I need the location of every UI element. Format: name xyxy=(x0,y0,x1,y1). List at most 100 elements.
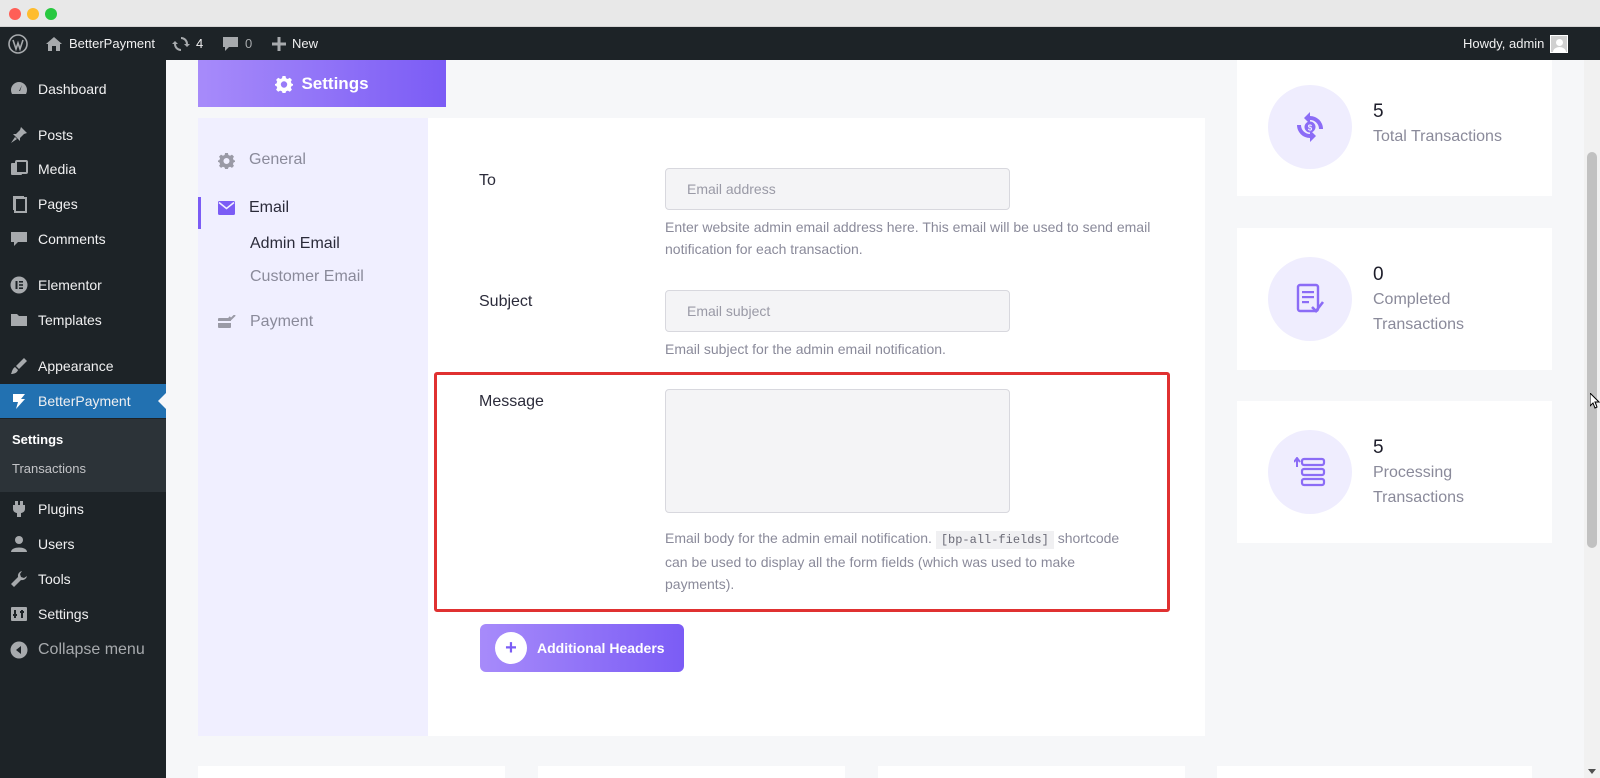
pages-icon xyxy=(13,196,27,213)
bottom-card xyxy=(878,766,1185,778)
sidebar-item-dashboard[interactable]: Dashboard xyxy=(0,72,166,106)
sidebar-item-label: Comments xyxy=(38,231,106,247)
sidebar-item-templates[interactable]: Templates xyxy=(0,303,166,337)
betterpayment-submenu: Settings Transactions xyxy=(0,419,166,492)
processing-icon xyxy=(1268,430,1352,514)
to-help-text: Enter website admin email address here. … xyxy=(665,219,1151,257)
page-scrollbar[interactable] xyxy=(1584,60,1600,778)
plus-icon: + xyxy=(495,632,527,664)
new-content-link[interactable]: New xyxy=(272,27,318,60)
nav-item-payment[interactable]: Payment xyxy=(218,313,313,331)
sidebar-item-label: Posts xyxy=(38,127,74,143)
home-icon xyxy=(46,36,62,51)
stat-value: 5 xyxy=(1373,101,1384,122)
refresh-dollar-icon: $ xyxy=(1268,85,1352,169)
submenu-item-transactions[interactable]: Transactions xyxy=(12,461,86,476)
wordpress-icon xyxy=(8,33,28,54)
sidebar-item-label: Settings xyxy=(38,606,89,622)
sidebar-item-label: Dashboard xyxy=(38,81,107,97)
brush-icon xyxy=(11,358,27,374)
nav-subitem-admin-email[interactable]: Admin Email xyxy=(250,235,340,253)
settings-tab-label: Settings xyxy=(301,73,369,93)
sidebar-item-media[interactable]: Media xyxy=(0,152,166,186)
to-label: To xyxy=(479,172,496,189)
sidebar-item-betterpayment[interactable]: BetterPayment xyxy=(0,384,166,418)
wordpress-logo-button[interactable] xyxy=(8,27,28,60)
window-maximize-button[interactable] xyxy=(45,8,57,20)
shortcode-chip: [bp-all-fields] xyxy=(935,531,1054,549)
stat-value: 0 xyxy=(1373,264,1384,285)
my-account-link[interactable]: Howdy, admin xyxy=(1463,27,1569,60)
settings-header-tab[interactable]: Settings xyxy=(198,60,446,107)
gear-icon xyxy=(218,152,235,169)
wrench-icon xyxy=(11,571,27,587)
collapse-menu-button[interactable]: Collapse menu xyxy=(0,633,166,667)
plugin-icon xyxy=(13,501,25,517)
comment-bubble-icon xyxy=(223,36,238,51)
stat-label: Completed Transactions xyxy=(1373,291,1464,333)
nav-item-email[interactable]: Email xyxy=(218,199,289,217)
stat-card-completed: 0 Completed Transactions xyxy=(1237,228,1552,370)
sidebar-item-elementor[interactable]: Elementor xyxy=(0,268,166,302)
mouse-cursor-icon xyxy=(1590,393,1600,409)
site-name-link[interactable]: BetterPayment xyxy=(45,27,155,60)
subject-help-text: Email subject for the admin email notifi… xyxy=(665,341,946,357)
comment-icon xyxy=(11,232,27,246)
message-help-text: Email body for the admin email notificat… xyxy=(665,527,1145,595)
additional-headers-button[interactable]: + Additional Headers xyxy=(480,624,684,672)
updates-link[interactable]: 4 xyxy=(172,27,203,60)
sidebar-item-label: Media xyxy=(38,161,77,177)
bottom-card xyxy=(198,766,505,778)
admin-sidebar: Dashboard Posts Media Pages Comments Ele… xyxy=(0,60,166,778)
howdy-text: Howdy, admin xyxy=(1463,36,1545,51)
main-content: Settings General Email Admin Email Custo… xyxy=(166,60,1584,778)
sidebar-item-pages[interactable]: Pages xyxy=(0,187,166,221)
sidebar-item-tools[interactable]: Tools xyxy=(0,562,166,596)
additional-headers-label: Additional Headers xyxy=(537,640,665,656)
message-textarea[interactable] xyxy=(665,389,1010,513)
sidebar-item-appearance[interactable]: Appearance xyxy=(0,349,166,383)
scrollbar-thumb[interactable] xyxy=(1587,152,1597,548)
sidebar-item-plugins[interactable]: Plugins xyxy=(0,492,166,526)
settings-icon xyxy=(11,607,27,621)
bottom-card xyxy=(1217,766,1532,778)
avatar xyxy=(1550,34,1569,53)
betterpayment-icon xyxy=(13,394,25,409)
checklist-icon xyxy=(1268,257,1352,341)
sidebar-item-label: Templates xyxy=(38,312,102,328)
payment-icon xyxy=(218,315,236,328)
to-email-input[interactable] xyxy=(665,168,1010,210)
subject-input[interactable] xyxy=(665,290,1010,332)
bottom-card xyxy=(538,766,845,778)
gear-icon xyxy=(275,75,294,93)
stat-card-processing: 5 Processing Transactions xyxy=(1237,401,1552,543)
submenu-item-settings[interactable]: Settings xyxy=(12,432,63,447)
plus-icon xyxy=(272,36,286,51)
new-label: New xyxy=(292,36,319,51)
stat-label: Total Transactions xyxy=(1373,128,1502,145)
nav-subitem-customer-email[interactable]: Customer Email xyxy=(250,268,364,286)
dashboard-icon xyxy=(10,82,28,94)
nav-item-label: Email xyxy=(249,199,290,216)
sidebar-item-settings[interactable]: Settings xyxy=(0,597,166,631)
sidebar-item-label: Collapse menu xyxy=(38,641,145,658)
window-minimize-button[interactable] xyxy=(27,8,39,20)
sidebar-item-posts[interactable]: Posts xyxy=(0,118,166,152)
nav-item-general[interactable]: General xyxy=(218,151,306,169)
elementor-icon xyxy=(10,276,28,294)
sidebar-item-label: Tools xyxy=(38,571,71,587)
sidebar-item-comments[interactable]: Comments xyxy=(0,222,166,256)
collapse-icon xyxy=(10,641,28,659)
sidebar-item-label: Users xyxy=(38,536,75,552)
sidebar-item-users[interactable]: Users xyxy=(0,527,166,561)
subject-label: Subject xyxy=(479,293,533,310)
stat-card-total: $ 5 Total Transactions xyxy=(1237,60,1552,196)
nav-item-label: Payment xyxy=(250,313,314,330)
updates-icon xyxy=(172,36,190,51)
comments-link[interactable]: 0 xyxy=(222,27,252,60)
sidebar-item-label: BetterPayment xyxy=(38,393,131,409)
folder-icon xyxy=(11,314,27,326)
window-close-button[interactable] xyxy=(9,8,21,20)
scroll-down-arrow-icon[interactable] xyxy=(1588,769,1596,774)
envelope-icon xyxy=(218,201,235,215)
